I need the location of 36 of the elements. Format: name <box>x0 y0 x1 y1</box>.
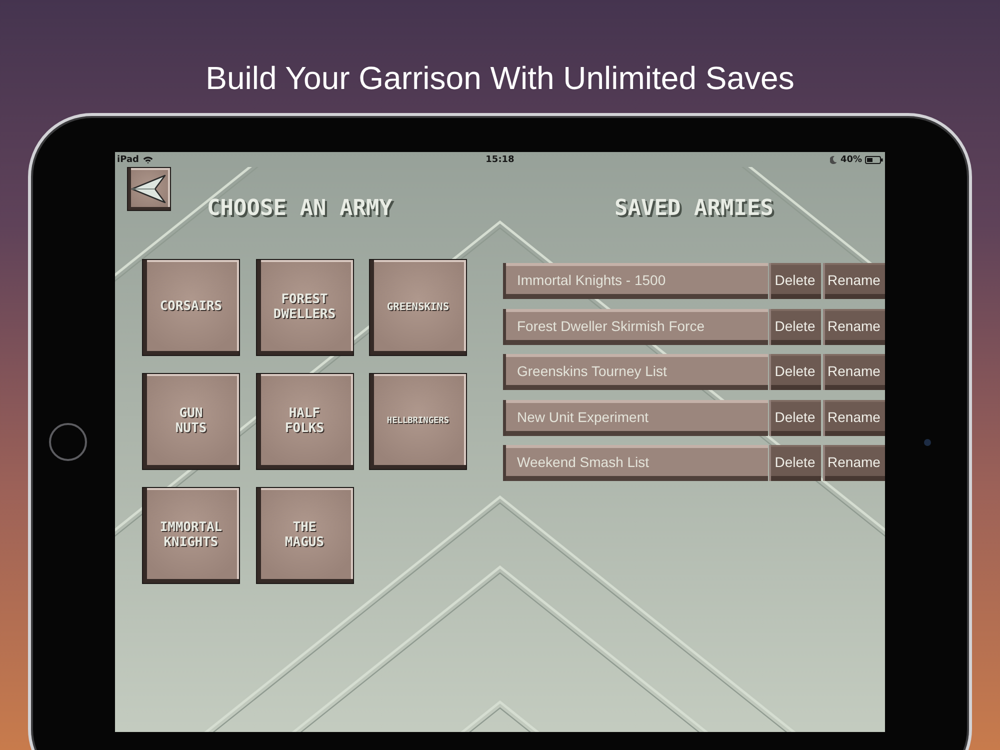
camera-dot-icon <box>924 438 930 446</box>
left-arrowhead-icon <box>131 174 167 204</box>
choose-army-title: CHOOSE AN ARMY <box>207 197 392 221</box>
army-tile-button[interactable]: THE MAGUS <box>256 487 354 584</box>
army-tile-button[interactable]: HALF FOLKS <box>256 373 354 470</box>
rename-button[interactable]: Rename <box>823 354 885 390</box>
battery-icon <box>865 156 883 164</box>
home-button-icon <box>49 423 87 461</box>
army-tile-button[interactable]: FOREST DWELLERS <box>256 259 354 356</box>
delete-button[interactable]: Delete <box>769 400 821 436</box>
delete-button[interactable]: Delete <box>769 308 821 344</box>
army-tile-button[interactable]: CORSAIRS <box>142 259 240 356</box>
saved-army-button[interactable]: Weekend Smash List <box>503 445 768 481</box>
army-tile-button[interactable]: GREENSKINS <box>369 259 467 356</box>
delete-button[interactable]: Delete <box>769 354 821 390</box>
back-button[interactable] <box>127 167 171 211</box>
army-tile-button[interactable]: IMMORTAL KNIGHTS <box>142 487 240 584</box>
device-name: iPad <box>117 154 139 164</box>
headline: Build Your Garrison With Unlimited Saves <box>206 59 794 98</box>
wifi-icon <box>142 156 153 164</box>
saved-armies-title: SAVED ARMIES <box>614 197 774 221</box>
delete-button[interactable]: Delete <box>769 263 821 299</box>
battery-percentage: 40% <box>840 154 862 164</box>
rename-button[interactable]: Rename <box>823 445 885 481</box>
rename-button[interactable]: Rename <box>823 263 885 299</box>
moon-icon <box>830 156 838 164</box>
delete-button[interactable]: Delete <box>769 445 821 481</box>
saved-army-button[interactable]: Greenskins Tourney List <box>503 354 768 390</box>
army-tile-button[interactable]: HELLBRINGERS <box>369 373 467 470</box>
saved-army-button[interactable]: New Unit Experiment <box>503 400 768 436</box>
status-time: 15:18 <box>486 154 514 164</box>
saved-army-button[interactable]: Forest Dweller Skirmish Force <box>503 308 768 344</box>
rename-button[interactable]: Rename <box>823 308 885 344</box>
rename-button[interactable]: Rename <box>823 400 885 436</box>
saved-army-button[interactable]: Immortal Knights - 1500 <box>503 263 768 299</box>
army-tile-button[interactable]: GUN NUTS <box>142 373 240 470</box>
